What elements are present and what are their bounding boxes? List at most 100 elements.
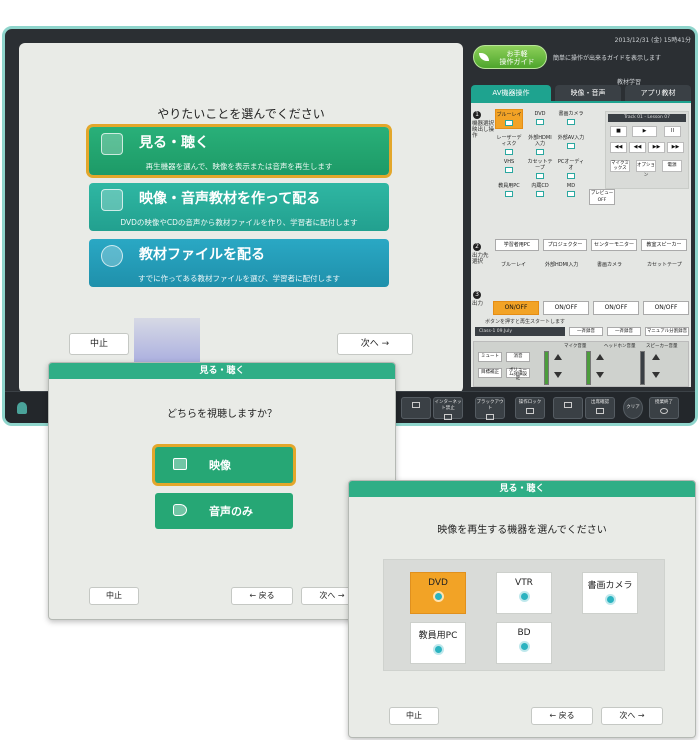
end-class-button[interactable]: 授業終了 (649, 397, 679, 419)
distribute-file-button[interactable]: 教材ファイルを配る すでに作ってある教材ファイルを選び、学習者に配付します (89, 239, 389, 287)
device-label: BD (517, 628, 531, 638)
record-all-button-2[interactable]: 一斉録音 (607, 327, 641, 336)
guide-button[interactable]: お手軽 操作ガイド (473, 45, 547, 69)
manual-record-button[interactable]: マニュアル分割録音 (645, 327, 689, 336)
cancel-button[interactable]: 中止 (389, 707, 439, 725)
next-button[interactable]: 次へ (337, 333, 413, 355)
device-hdmi-in[interactable]: 外部HDMI入力 (526, 133, 554, 155)
cancel-button[interactable]: 中止 (89, 587, 139, 605)
dvd-icon (536, 119, 544, 125)
device-pc-audio[interactable]: PCオーディオ (557, 157, 585, 179)
device-teacher-pc[interactable]: 教員用PC (495, 181, 523, 201)
speaker-volume-down-icon[interactable] (652, 372, 660, 378)
headphone-volume-up-icon[interactable] (596, 354, 604, 360)
onoff-button-1[interactable]: ON/OFF (493, 301, 539, 315)
device-av-in[interactable]: 外部AV入力 (557, 133, 585, 153)
next-track-button[interactable]: ▶▶ (667, 142, 684, 153)
device-label: 外部HDMI入力 (528, 135, 552, 147)
step-3-marker: 3 (473, 291, 481, 299)
operation-lock-button[interactable]: 操作ロック (515, 397, 545, 419)
onoff-button-4[interactable]: ON/OFF (643, 301, 689, 315)
output-projector[interactable]: プロジェクター (543, 239, 587, 251)
create-material-button[interactable]: 映像・音声教材を作って配る DVDの映像やCDの音声から教材ファイルを作り、学習… (89, 183, 389, 231)
device-vtr-button[interactable]: VTR (496, 572, 552, 614)
power-button[interactable]: 電源 (662, 160, 682, 172)
mute-button[interactable]: ミュート (478, 352, 502, 362)
vhs-icon (505, 167, 513, 173)
device-dvd-button[interactable]: DVD (410, 572, 466, 614)
tool-button[interactable] (401, 397, 431, 419)
onoff-button-3[interactable]: ON/OFF (593, 301, 639, 315)
output-speaker[interactable]: 教室スピーカー (641, 239, 687, 251)
create-material-title: 映像・音声教材を作って配る (139, 191, 321, 207)
person-icon (17, 402, 27, 414)
device-dvd[interactable]: DVD (526, 109, 554, 129)
output-center-monitor[interactable]: センターモニター (591, 239, 637, 251)
close-icon (660, 408, 668, 414)
device-vhs[interactable]: VHS (495, 157, 523, 177)
device-md[interactable]: MD (557, 181, 585, 201)
disc-icon (432, 644, 444, 655)
internet-block-button[interactable]: インターネット禁止 (433, 397, 463, 420)
onoff-button-2[interactable]: ON/OFF (543, 301, 589, 315)
tab-av-control[interactable]: AV機器操作 (471, 85, 551, 101)
video-choice-button[interactable]: 映像 (155, 447, 293, 483)
bluray-icon (505, 120, 513, 126)
av-control-panel: 2013/12/31 (金) 15時41分 お手軽 操作ガイド 簡単に操作が出来… (467, 37, 693, 387)
silence-button[interactable]: 消音 (506, 352, 530, 362)
output-student-pc[interactable]: 学習者用PC (495, 239, 539, 251)
datetime: 2013/12/31 (金) 15時41分 (614, 37, 691, 44)
volume-detail-button[interactable]: ボリューム詳細設定 (506, 368, 530, 381)
control-area: 1 機器選択 映出し操作 ブルーレイ DVD 書画カメラ レーザーディスク 外部… (471, 101, 691, 387)
mic-volume-up-icon[interactable] (554, 354, 562, 360)
pause-button[interactable]: II (664, 126, 681, 137)
device-label: 教員用PC (418, 631, 458, 641)
blackout-button[interactable]: ブラックアウト (475, 397, 505, 420)
tool-button-2[interactable] (553, 397, 583, 419)
forward-button[interactable]: ▶▶ (648, 142, 665, 153)
attendance-button[interactable]: 出席確認 (585, 397, 615, 419)
next-button[interactable]: 次へ (601, 707, 663, 725)
tab-app-material[interactable]: アプリ教材 (625, 85, 691, 101)
device-doc-camera-button[interactable]: 書画カメラ (582, 572, 638, 614)
correction-button[interactable]: 目標補正 (478, 368, 502, 378)
device-label: VHS (503, 159, 515, 165)
task-selection-panel: やりたいことを選んでください 見る・聴く 再生機器を選んで、映像を表示または音声… (19, 43, 463, 393)
speaker-volume-label: スピーカー音量 (646, 344, 678, 349)
speaker-volume-up-icon[interactable] (652, 354, 660, 360)
device-bd-button[interactable]: BD (496, 622, 552, 664)
device-teacher-pc-button[interactable]: 教員用PC (410, 622, 466, 664)
create-material-desc: DVDの映像やCDの音声から教材ファイルを作り、学習者に配付します (120, 218, 358, 227)
audio-only-choice-button[interactable]: 音声のみ (155, 493, 293, 529)
watch-listen-button[interactable]: 見る・聴く 再生機器を選んで、映像を表示または音声を再生します (89, 127, 389, 175)
device-internal-cd[interactable]: 内蔵CD (526, 181, 554, 201)
sub-device-cassette: カセットテープ (647, 262, 682, 268)
device-cassette[interactable]: カセットテープ (526, 157, 554, 179)
rewind-button[interactable]: ◀◀ (629, 142, 646, 153)
back-button[interactable]: 戻る (231, 587, 293, 605)
play-button[interactable]: ▶ (632, 126, 657, 137)
speaker-volume-slider[interactable] (640, 351, 645, 385)
mic-volume-down-icon[interactable] (554, 372, 562, 378)
tab-media[interactable]: 映像・音声 (555, 85, 621, 101)
wrench-icon (412, 402, 420, 408)
prev-button[interactable]: ◀◀ (610, 142, 627, 153)
headphone-volume-slider[interactable] (586, 351, 591, 385)
mic-mix-button[interactable]: マイクミックス (610, 160, 630, 172)
device-label: 内蔵CD (531, 183, 549, 189)
preview-off-button[interactable]: プレビューOFF (589, 189, 615, 205)
back-button[interactable]: 戻る (531, 707, 593, 725)
device-laserdisc[interactable]: レーザーディスク (495, 133, 523, 155)
mic-volume-slider[interactable] (544, 351, 549, 385)
watch-listen-desc: 再生機器を選んで、映像を表示または音声を再生します (145, 162, 333, 171)
stop-button[interactable]: ■ (610, 126, 627, 137)
record-all-button-1[interactable]: 一斉録音 (569, 327, 603, 336)
speaker-icon (173, 504, 187, 516)
dialog-prompt: どちらを視聴しますか？ (167, 409, 277, 420)
cd-icon (536, 191, 544, 197)
option-button[interactable]: オプション (636, 160, 656, 178)
device-doc-camera[interactable]: 書画カメラ (557, 109, 585, 129)
device-bluray[interactable]: ブルーレイ (495, 109, 523, 129)
clear-button[interactable]: クリア (623, 397, 643, 419)
headphone-volume-down-icon[interactable] (596, 372, 604, 378)
